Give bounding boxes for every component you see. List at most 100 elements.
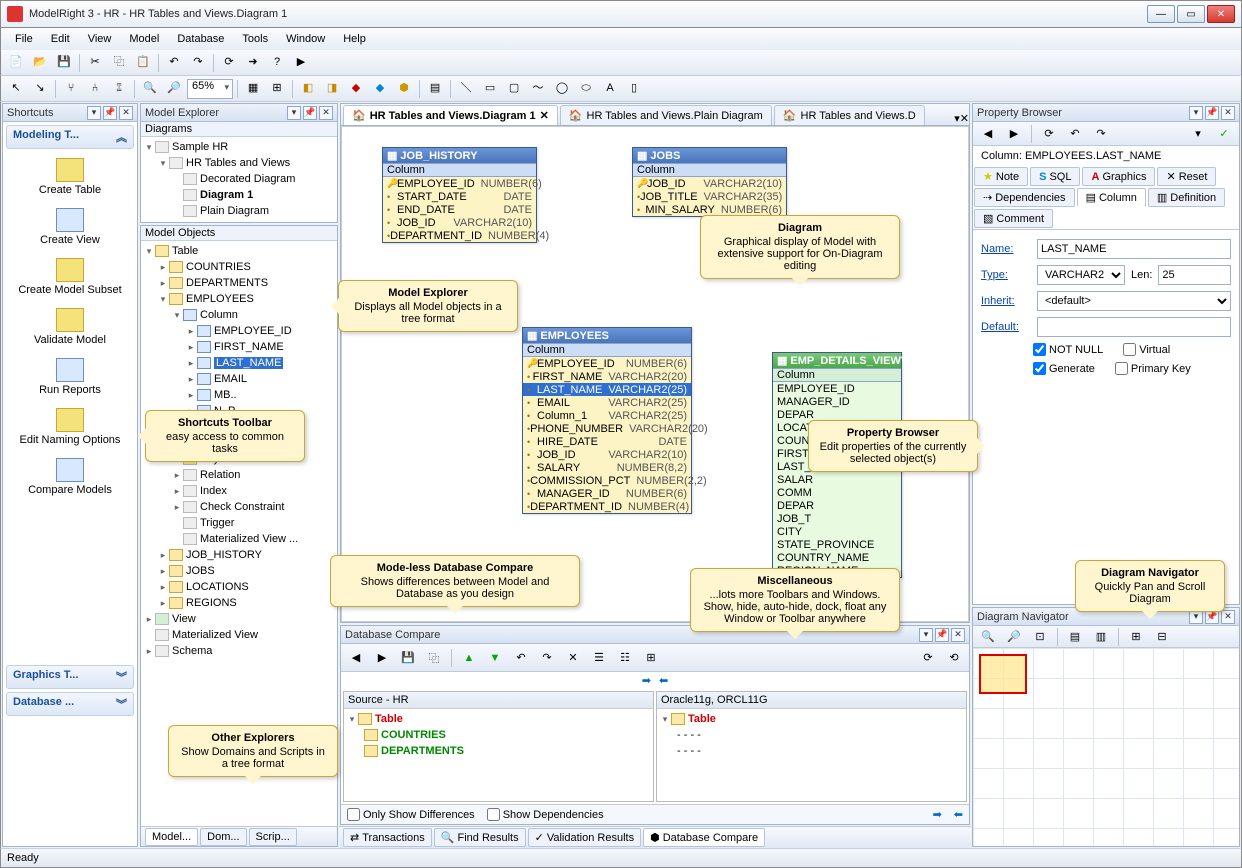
diagram-tab-1[interactable]: 🏠HR Tables and Views.Diagram 1✕ [343,105,558,125]
explorer-tab-scripts[interactable]: Scrip... [249,828,297,846]
dbcmp-right-row2[interactable]: - - - - [659,743,964,759]
help-button[interactable]: ? [266,52,288,74]
pb-undo[interactable]: ↶ [1064,123,1086,145]
nav-layout1[interactable]: ▤ [1064,626,1086,648]
open-button[interactable]: 📂 [29,52,51,74]
redo-button[interactable]: ↷ [187,52,209,74]
relation-button[interactable]: ↘ [29,78,51,100]
pb-pin[interactable]: 📌 [1205,106,1219,120]
tree-col-last-name[interactable]: ▸LAST_NAME [143,355,335,371]
dbcmp-undo[interactable]: ↶ [510,647,532,669]
btab-validation[interactable]: ✓Validation Results [528,828,641,847]
tree-check-constraint[interactable]: ▸Check Constraint [143,499,335,515]
shortcut-run-reports[interactable]: Run Reports [3,352,137,402]
dbcmp-up[interactable]: ▲ [458,647,480,669]
poly-button[interactable]: 〜 [527,78,549,100]
zoom-combo[interactable]: 65% [187,79,233,99]
shortcut-edit-naming[interactable]: Edit Naming Options [3,402,137,452]
pb-tab-note[interactable]: ★Note [974,167,1028,186]
pb-apply[interactable]: ✓ [1213,123,1235,145]
save-button[interactable]: 💾 [53,52,75,74]
model-explorer-close[interactable]: ✕ [319,106,333,120]
tab-close-icon[interactable]: ✕ [540,109,549,122]
tree-table-countries[interactable]: ▸COUNTRIES [143,259,335,275]
box4-button[interactable]: ◆ [369,78,391,100]
pb-back[interactable]: ◀ [977,123,999,145]
dbcmp-left-table[interactable]: ▾Table [346,711,651,727]
shortcuts-close-button[interactable]: ✕ [119,106,133,120]
tree-relation[interactable]: ▸Relation [143,467,335,483]
menu-view[interactable]: View [80,31,120,47]
nav-zoom-in[interactable]: 🔍 [977,626,999,648]
refresh-button[interactable]: ⟳ [218,52,240,74]
close-button[interactable]: ✕ [1207,5,1235,23]
dbcmp-list1[interactable]: ☰ [588,647,610,669]
diagram-tab-2[interactable]: 🏠HR Tables and Views.Plain Diagram [560,105,772,125]
navigator-viewport[interactable] [979,654,1027,694]
rect-button[interactable]: ▭ [479,78,501,100]
tree-root[interactable]: ▾Sample HR [143,139,335,155]
btab-transactions[interactable]: ⇄Transactions [343,828,432,847]
dbcmp-list3[interactable]: ⊞ [640,647,662,669]
tree-diagram-decorated[interactable]: Decorated Diagram [143,171,335,187]
navigator-canvas[interactable] [973,648,1239,846]
type-select[interactable]: VARCHAR2 [1037,265,1125,285]
dbcmp-save[interactable]: 💾 [397,647,419,669]
pb-tab-definition[interactable]: ▥Definition [1148,188,1225,207]
default-input[interactable] [1037,317,1231,337]
maximize-button[interactable]: ▭ [1177,5,1205,23]
forward-button[interactable]: ➜ [242,52,264,74]
tree-index[interactable]: ▸Index [143,483,335,499]
line-button[interactable]: ＼ [455,78,477,100]
image-button[interactable]: ▯ [623,78,645,100]
pb-tab-reset[interactable]: ✕Reset [1157,167,1216,186]
db-compare-dropdown[interactable]: ▾ [919,628,933,642]
menu-model[interactable]: Model [121,31,167,47]
pb-menu[interactable]: ▾ [1187,123,1209,145]
nav-close[interactable]: ✕ [1221,610,1235,624]
pk-checkbox[interactable]: Primary Key [1115,362,1191,375]
pb-tab-column[interactable]: ▤Column [1077,188,1146,207]
tree-col-employee-id[interactable]: ▸EMPLOYEE_ID [143,323,335,339]
tree-folder[interactable]: ▾HR Tables and Views [143,155,335,171]
diagram-close[interactable]: ✕ [960,112,969,125]
entity-jobs[interactable]: ▦JOBS Column 🔑JOB_IDVARCHAR2(10)•JOB_TIT… [632,147,787,217]
btab-db-compare[interactable]: ⬢Database Compare [643,828,765,847]
diagram-canvas[interactable]: ▦JOB_HISTORY Column 🔑EMPLOYEE_IDNUMBER(6… [341,126,969,622]
dbcmp-copy[interactable]: ⿻ [423,647,445,669]
shortcuts-section-database[interactable]: Database ...︾ [6,692,134,716]
nav-layout2[interactable]: ▥ [1090,626,1112,648]
box2-button[interactable]: ◨ [321,78,343,100]
text-button[interactable]: A [599,78,621,100]
generate-checkbox[interactable]: Generate [1033,362,1095,375]
shortcut-compare-models[interactable]: Compare Models [3,452,137,502]
dbcmp-back[interactable]: ◀ [345,647,367,669]
virtual-checkbox[interactable]: Virtual [1123,343,1170,356]
pb-tab-sql[interactable]: SSQL [1030,167,1080,186]
inherit-select[interactable]: <default> [1037,291,1231,311]
box1-button[interactable]: ◧ [297,78,319,100]
zoom-in-button[interactable]: 🔍 [139,78,161,100]
shortcut-create-model-subset[interactable]: Create Model Subset [3,252,137,302]
menu-file[interactable]: File [7,31,41,47]
tree-matview[interactable]: Materialized View ... [143,531,335,547]
branch1-button[interactable]: ⑂ [60,78,82,100]
branch3-button[interactable]: ⑄ [108,78,130,100]
shortcut-validate-model[interactable]: Validate Model [3,302,137,352]
model-explorer-dropdown[interactable]: ▾ [287,106,301,120]
diagram-tab-3[interactable]: 🏠HR Tables and Views.D [774,105,925,125]
show-dependencies[interactable]: Show Dependencies [487,808,604,821]
minimize-button[interactable]: — [1147,5,1175,23]
menu-window[interactable]: Window [278,31,333,47]
tree-table-departments[interactable]: ▸DEPARTMENTS [143,275,335,291]
menu-database[interactable]: Database [169,31,232,47]
next-button[interactable]: ▶ [290,52,312,74]
layout-button[interactable]: ▤ [424,78,446,100]
cut-button[interactable]: ✂ [84,52,106,74]
zoom-out-button[interactable]: 🔎 [163,78,185,100]
pb-fwd[interactable]: ▶ [1003,123,1025,145]
tree-trigger[interactable]: Trigger [143,515,335,531]
explorer-tab-domains[interactable]: Dom... [200,828,246,846]
dbcmp-fwd[interactable]: ▶ [371,647,393,669]
dbcmp-refresh[interactable]: ⟳ [917,647,939,669]
